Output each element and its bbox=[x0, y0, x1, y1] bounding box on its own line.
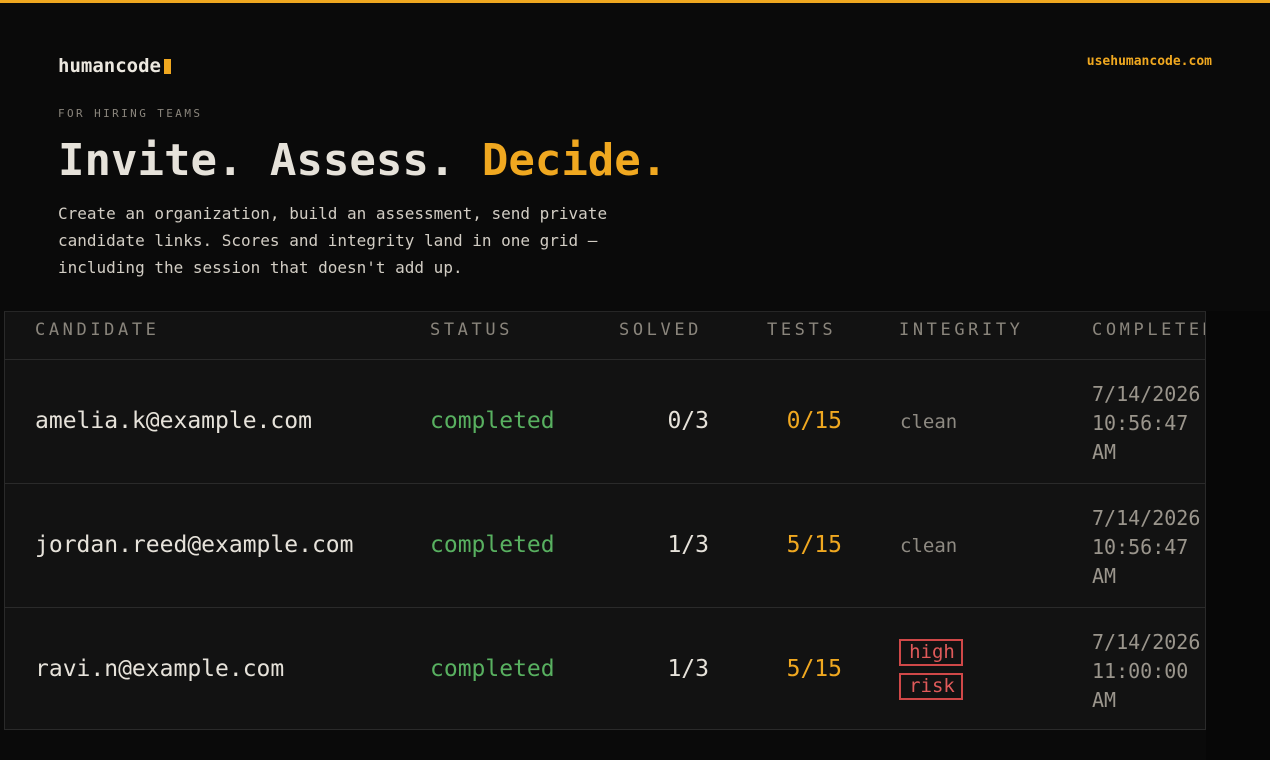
integrity-status: clean bbox=[900, 535, 958, 557]
tests-count: 5/15 bbox=[786, 656, 842, 682]
risk-word: high bbox=[899, 639, 963, 666]
hero-eyebrow: FOR HIRING TEAMS bbox=[58, 107, 203, 120]
brand-logo[interactable]: humancode bbox=[58, 55, 171, 77]
headline-accent: Decide. bbox=[481, 135, 668, 186]
hero-headline: Invite. Assess. Decide. bbox=[58, 135, 667, 186]
status-badge: completed bbox=[430, 408, 555, 434]
site-link[interactable]: usehumancode.com bbox=[1087, 54, 1212, 69]
risk-word: risk bbox=[899, 673, 963, 700]
completed-timestamp: 7/14/2026 10:56:47 AM bbox=[1092, 382, 1201, 464]
table-header: CANDIDATE STATUS SOLVED TESTS INTEGRITY … bbox=[5, 312, 1205, 360]
completed-timestamp: 7/14/2026 10:56:47 AM bbox=[1092, 506, 1201, 588]
headline-main: Invite. Assess. bbox=[58, 135, 482, 186]
status-badge: completed bbox=[430, 532, 555, 558]
table-row[interactable]: amelia.k@example.com completed 0/3 0/15 … bbox=[5, 360, 1205, 484]
cursor-block-icon bbox=[163, 58, 171, 74]
column-header-completed[interactable]: COMPLETED bbox=[1092, 320, 1205, 340]
candidate-email: jordan.reed@example.com bbox=[35, 532, 354, 558]
solved-count: 0/3 bbox=[667, 408, 709, 434]
integrity-status: clean bbox=[900, 411, 958, 433]
solved-count: 1/3 bbox=[667, 532, 709, 558]
candidate-email: ravi.n@example.com bbox=[35, 656, 285, 682]
hero-description: Create an organization, build an assessm… bbox=[58, 204, 608, 277]
page-margin bbox=[1206, 311, 1270, 760]
table-row[interactable]: jordan.reed@example.com completed 1/3 5/… bbox=[5, 484, 1205, 608]
column-header-status[interactable]: STATUS bbox=[430, 320, 513, 340]
tests-count: 0/15 bbox=[786, 408, 842, 434]
integrity-risk-badge: high risk bbox=[899, 639, 963, 700]
brand-name: humancode bbox=[58, 55, 161, 77]
completed-timestamp: 7/14/2026 11:00:00 AM bbox=[1092, 630, 1201, 712]
hero-section: humancode usehumancode.com FOR HIRING TE… bbox=[0, 3, 1270, 311]
status-badge: completed bbox=[430, 656, 555, 682]
column-header-solved[interactable]: SOLVED bbox=[619, 320, 702, 340]
solved-count: 1/3 bbox=[667, 656, 709, 682]
column-header-integrity[interactable]: INTEGRITY bbox=[899, 320, 1024, 340]
candidate-email: amelia.k@example.com bbox=[35, 408, 312, 434]
column-header-tests[interactable]: TESTS bbox=[767, 320, 836, 340]
table-row[interactable]: ravi.n@example.com completed 1/3 5/15 hi… bbox=[5, 608, 1205, 729]
tests-count: 5/15 bbox=[786, 532, 842, 558]
column-header-candidate[interactable]: CANDIDATE bbox=[35, 320, 160, 340]
candidates-table: CANDIDATE STATUS SOLVED TESTS INTEGRITY … bbox=[4, 311, 1206, 730]
